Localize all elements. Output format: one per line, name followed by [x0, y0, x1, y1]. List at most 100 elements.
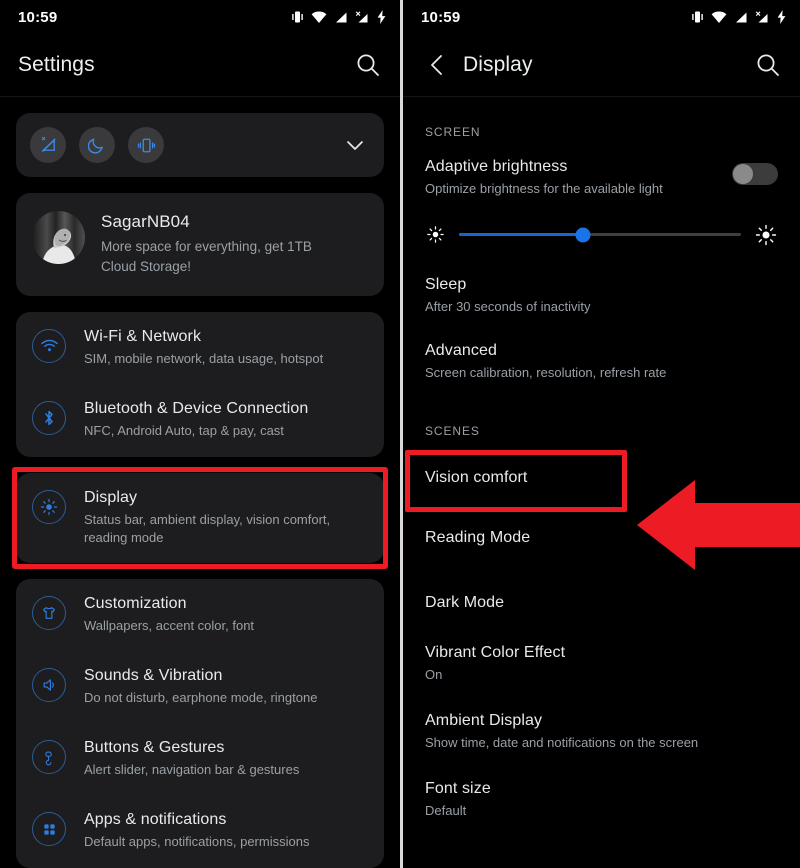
toggle-knob: [733, 164, 753, 184]
settings-row-display[interactable]: Display Status bar, ambient display, vis…: [16, 473, 384, 563]
status-time: 10:59: [18, 8, 58, 26]
brightness-slider-thumb[interactable]: [575, 227, 591, 243]
system-group-card: Customization Wallpapers, accent color, …: [16, 578, 384, 868]
brightness-slider-fill: [459, 233, 584, 237]
page-title: Display: [463, 53, 533, 76]
wifi-icon: [711, 11, 727, 24]
appbar-divider: [0, 96, 400, 97]
settings-row-title: Customization: [84, 594, 187, 612]
wifi-icon: [32, 329, 66, 364]
appbar-divider: [403, 96, 800, 97]
quick-toggles-card: [16, 113, 384, 177]
settings-row-title: Bluetooth & Device Connection: [84, 400, 309, 418]
profile-subtitle: More space for everything, get 1TB Cloud…: [101, 239, 312, 274]
setting-title: Ambient Display: [425, 712, 543, 730]
setting-dark-mode[interactable]: Dark Mode: [425, 591, 778, 612]
settings-row-subtitle: SIM, mobile network, data usage, hotspot: [84, 351, 324, 367]
charging-bolt-icon: [377, 10, 386, 24]
dual-screenshot-container: 10:59 Settings SagarNB04 More space for …: [0, 0, 800, 868]
setting-advanced[interactable]: Advanced Screen calibration, resolution,…: [425, 339, 778, 382]
settings-row-subtitle: Do not disturb, earphone mode, ringtone: [84, 690, 318, 706]
status-icon-group: [691, 10, 786, 24]
network-group-card: Wi-Fi & Network SIM, mobile network, dat…: [16, 312, 384, 457]
vibrate-icon: [691, 10, 704, 24]
profile-card[interactable]: SagarNB04 More space for everything, get…: [16, 193, 384, 297]
setting-subtitle: Default: [425, 802, 467, 818]
settings-row-bluetooth[interactable]: Bluetooth & Device Connection NFC, Andro…: [16, 384, 384, 456]
settings-row-title: Apps & notifications: [84, 811, 227, 829]
settings-row-subtitle: NFC, Android Auto, tap & pay, cast: [84, 423, 284, 439]
settings-row-subtitle: Alert slider, navigation bar & gestures: [84, 762, 300, 778]
settings-row-subtitle: Default apps, notifications, permissions: [84, 834, 310, 850]
setting-subtitle: After 30 seconds of inactivity: [425, 298, 591, 314]
setting-subtitle: Screen calibration, resolution, refresh …: [425, 365, 667, 381]
setting-title: Vision comfort: [425, 468, 528, 486]
settings-row-title: Sounds & Vibration: [84, 667, 223, 685]
setting-title: Vibrant Color Effect: [425, 643, 566, 661]
setting-ambient-display[interactable]: Ambient Display Show time, date and noti…: [425, 709, 778, 752]
display-group-card: Display Status bar, ambient display, vis…: [16, 472, 384, 563]
tshirt-icon: [32, 595, 66, 630]
section-header-screen: SCREEN: [425, 125, 481, 139]
settings-row-title: Wi-Fi & Network: [84, 328, 202, 346]
vibrate-icon: [291, 10, 304, 24]
setting-vision-comfort[interactable]: Vision comfort: [425, 466, 778, 487]
left-phone-screen: 10:59 Settings SagarNB04 More space for …: [0, 0, 400, 868]
brightness-slider-row[interactable]: [425, 224, 778, 246]
chevron-down-icon[interactable]: [344, 134, 366, 156]
vibrate-phone-icon: [137, 136, 156, 155]
brightness-icon: [32, 489, 66, 524]
setting-title: Dark Mode: [425, 593, 505, 611]
setting-reading-mode[interactable]: Reading Mode: [425, 526, 778, 547]
display-settings-list: SCREEN Adaptive brightness Optimize brig…: [403, 125, 800, 819]
page-title: Settings: [18, 53, 95, 76]
settings-row-sounds-vibration[interactable]: Sounds & Vibration Do not disturb, earph…: [16, 651, 384, 723]
settings-row-subtitle: Wallpapers, accent color, font: [84, 617, 255, 633]
profile-name: SagarNB04: [101, 212, 190, 231]
right-phone-screen: 10:59 Display SCREEN Adaptive brightness…: [403, 0, 800, 868]
apps-grid-icon: [32, 812, 66, 847]
setting-title: Advanced: [425, 342, 497, 360]
settings-row-wifi-network[interactable]: Wi-Fi & Network SIM, mobile network, dat…: [16, 312, 384, 384]
brightness-high-icon: [755, 224, 777, 246]
setting-title: Reading Mode: [425, 528, 531, 546]
vibrate-toggle[interactable]: [128, 127, 164, 163]
display-group-wrapper: Display Status bar, ambient display, vis…: [12, 466, 388, 569]
settings-row-title: Display: [84, 488, 138, 506]
settings-app-bar: Settings: [0, 34, 400, 96]
settings-row-apps-notifications[interactable]: Apps & notifications Default apps, notif…: [16, 795, 384, 867]
settings-list: SagarNB04 More space for everything, get…: [0, 113, 400, 868]
settings-row-customization[interactable]: Customization Wallpapers, accent color, …: [16, 579, 384, 651]
setting-sleep[interactable]: Sleep After 30 seconds of inactivity: [425, 273, 778, 316]
setting-subtitle: Optimize brightness for the available li…: [425, 181, 663, 196]
mute-toggle[interactable]: [30, 127, 66, 163]
adaptive-brightness-toggle[interactable]: [732, 163, 778, 185]
setting-font-size[interactable]: Font size Default: [425, 777, 778, 820]
search-icon[interactable]: [754, 51, 782, 79]
setting-subtitle: On: [425, 666, 443, 682]
mute-icon: [39, 136, 58, 155]
setting-adaptive-brightness[interactable]: Adaptive brightness Optimize brightness …: [425, 155, 778, 198]
brightness-slider-track[interactable]: [459, 227, 741, 243]
status-bar-right: 10:59: [403, 0, 800, 34]
status-time: 10:59: [421, 8, 461, 26]
status-icon-group: [291, 10, 386, 24]
speaker-icon: [32, 668, 66, 703]
setting-vibrant-color-effect[interactable]: Vibrant Color Effect On: [425, 641, 778, 684]
setting-title: Adaptive brightness: [425, 158, 568, 175]
settings-row-title: Buttons & Gestures: [84, 739, 225, 757]
back-chevron-icon[interactable]: [425, 52, 451, 78]
charging-bolt-icon: [777, 10, 786, 24]
setting-vision-comfort-wrapper: Vision comfort: [405, 449, 800, 570]
gesture-tap-icon: [32, 740, 66, 775]
search-icon[interactable]: [354, 51, 382, 79]
signal-no-sim-icon: [755, 10, 770, 24]
settings-row-subtitle: Status bar, ambient display, vision comf…: [84, 511, 331, 545]
section-header-scenes: SCENES: [425, 423, 480, 438]
display-app-bar: Display: [403, 34, 800, 96]
dnd-toggle[interactable]: [79, 127, 115, 163]
setting-title: Sleep: [425, 275, 467, 293]
settings-row-buttons-gestures[interactable]: Buttons & Gestures Alert slider, navigat…: [16, 723, 384, 795]
signal-icon: [334, 11, 348, 24]
brightness-low-icon: [426, 225, 445, 244]
